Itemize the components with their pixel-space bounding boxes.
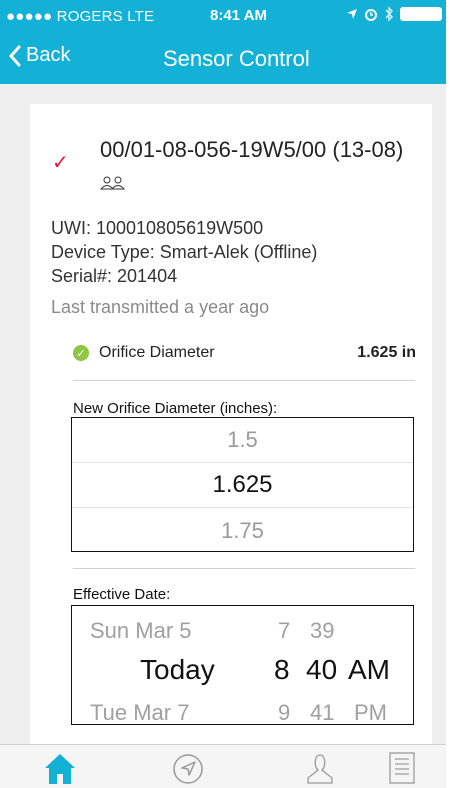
ampm-cell: AM [348, 654, 390, 685]
hour-cell: 7 [278, 618, 291, 643]
effective-date-label: Effective Date: [73, 586, 171, 603]
group-icon [99, 176, 126, 190]
check-circle-icon: ✓ [73, 345, 89, 361]
tab-list[interactable] [380, 751, 420, 785]
back-button[interactable]: Back [8, 44, 70, 67]
picker-option[interactable]: 1.5 [72, 418, 413, 463]
well-name-text: 00/01-08-056-19W5/00 (13-08) [100, 137, 404, 162]
minute-cell: 39 [310, 618, 335, 643]
minute-cell: 40 [306, 654, 338, 685]
date-cell: Tue Mar 7 [90, 700, 190, 725]
navigation-bar: Back Sensor Control [0, 32, 446, 84]
new-orifice-label: New Orifice Diameter (inches): [73, 400, 278, 417]
page-title: Sensor Control [163, 46, 310, 71]
date-cell: Sun Mar 5 [90, 618, 192, 643]
tab-home[interactable] [40, 751, 80, 785]
home-icon [45, 754, 75, 784]
status-bar: ●●●●● ROGERS LTE 8:41 AM [0, 0, 446, 32]
battery-icon [400, 7, 442, 21]
bluetooth-icon [385, 6, 394, 22]
chevron-left-icon [9, 45, 21, 66]
last-transmitted-text: Last transmitted a year ago [51, 297, 270, 317]
device-type-text: Device Type: Smart-Alek (Offline) [51, 242, 318, 262]
date-row[interactable]: Sun Mar 5 7 39 [72, 610, 412, 650]
hour-cell: 8 [274, 654, 290, 685]
back-label: Back [26, 44, 71, 66]
orifice-value: 1.625 in [357, 344, 416, 361]
navigation-icon [173, 754, 203, 784]
well-name: 00/01-08-056-19W5/00 (13-08) [99, 134, 420, 198]
carrier-label: ●●●●● ROGERS LTE [6, 8, 155, 25]
minute-cell: 41 [310, 700, 335, 725]
effective-date-picker[interactable]: Sun Mar 5 7 39 Today 8 40 AM Tue Mar 7 9… [71, 605, 414, 725]
divider [73, 568, 415, 569]
orifice-diameter-picker[interactable]: 1.5 1.625 1.75 [71, 417, 414, 552]
check-icon: ✓ [52, 152, 69, 174]
serial-text: Serial#: 201404 [51, 266, 178, 286]
divider [73, 380, 415, 381]
status-time: 8:41 AM [210, 7, 267, 24]
picker-option-selected[interactable]: 1.625 [72, 463, 413, 508]
hour-cell: 9 [278, 700, 291, 725]
status-icons [346, 6, 442, 22]
tab-profile[interactable] [300, 751, 340, 785]
uwi-text: UWI: 100010805619W500 [51, 218, 264, 238]
location-icon [347, 9, 357, 19]
orifice-diameter-row: ✓ Orifice Diameter 1.625 in [73, 340, 416, 366]
date-row-selected[interactable]: Today 8 40 AM [72, 650, 412, 690]
tab-bar [0, 744, 446, 788]
date-cell: Today [140, 654, 215, 685]
user-icon [307, 754, 333, 784]
picker-option[interactable]: 1.75 [72, 508, 413, 553]
list-icon [389, 752, 415, 784]
orifice-label: Orifice Diameter [99, 344, 215, 361]
ampm-cell: PM [354, 700, 387, 725]
alarm-icon [365, 9, 377, 21]
tab-navigation[interactable] [168, 751, 208, 785]
date-row[interactable]: Tue Mar 7 9 41 PM [72, 692, 412, 725]
